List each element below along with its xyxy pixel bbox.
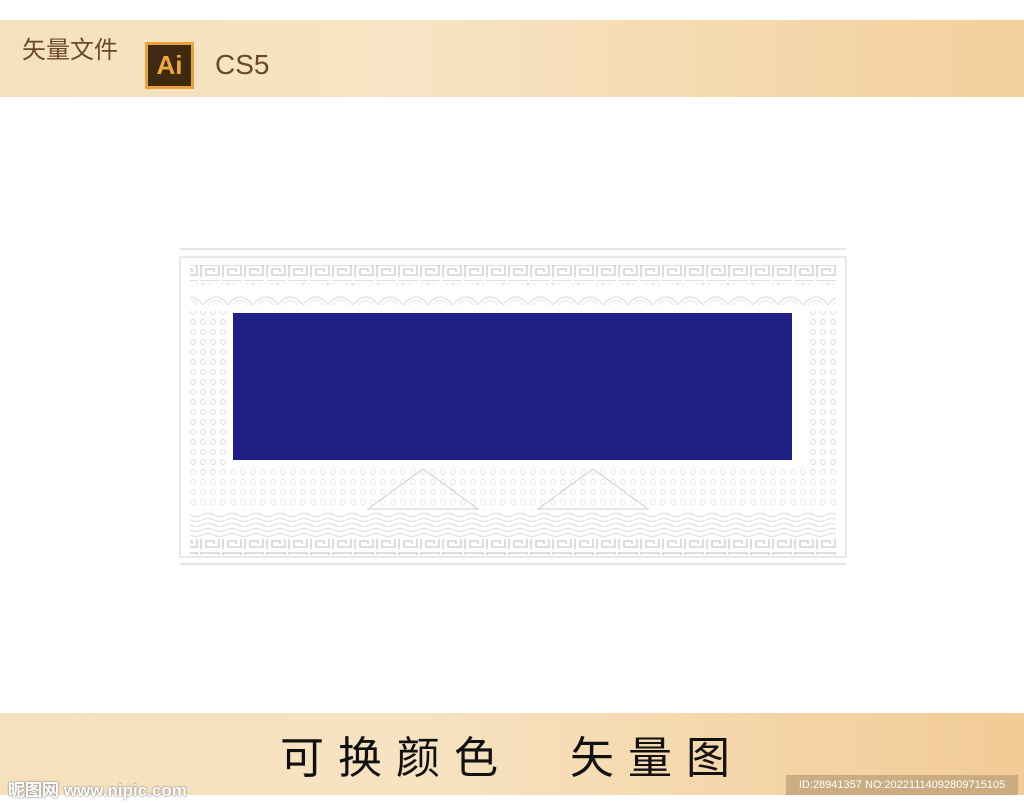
site-watermark: 昵图网 www.nipic.com bbox=[8, 781, 187, 800]
cloud-border-top bbox=[190, 283, 836, 305]
header-label: 矢量文件 bbox=[22, 36, 118, 64]
wave-border bbox=[190, 513, 836, 537]
side-ornament-left bbox=[190, 311, 226, 471]
side-ornament-right bbox=[806, 311, 838, 471]
fret-border-top bbox=[190, 265, 836, 281]
version-label: CS5 bbox=[215, 49, 270, 80]
id-watermark: ID:28941357 NO:20221114092809715105 bbox=[786, 775, 1018, 795]
fret-border-bottom bbox=[190, 539, 836, 555]
artwork-frame bbox=[179, 248, 847, 565]
landscape-scene bbox=[190, 469, 836, 509]
ai-logo-icon: Ai bbox=[145, 42, 194, 89]
blue-panel bbox=[233, 313, 792, 460]
